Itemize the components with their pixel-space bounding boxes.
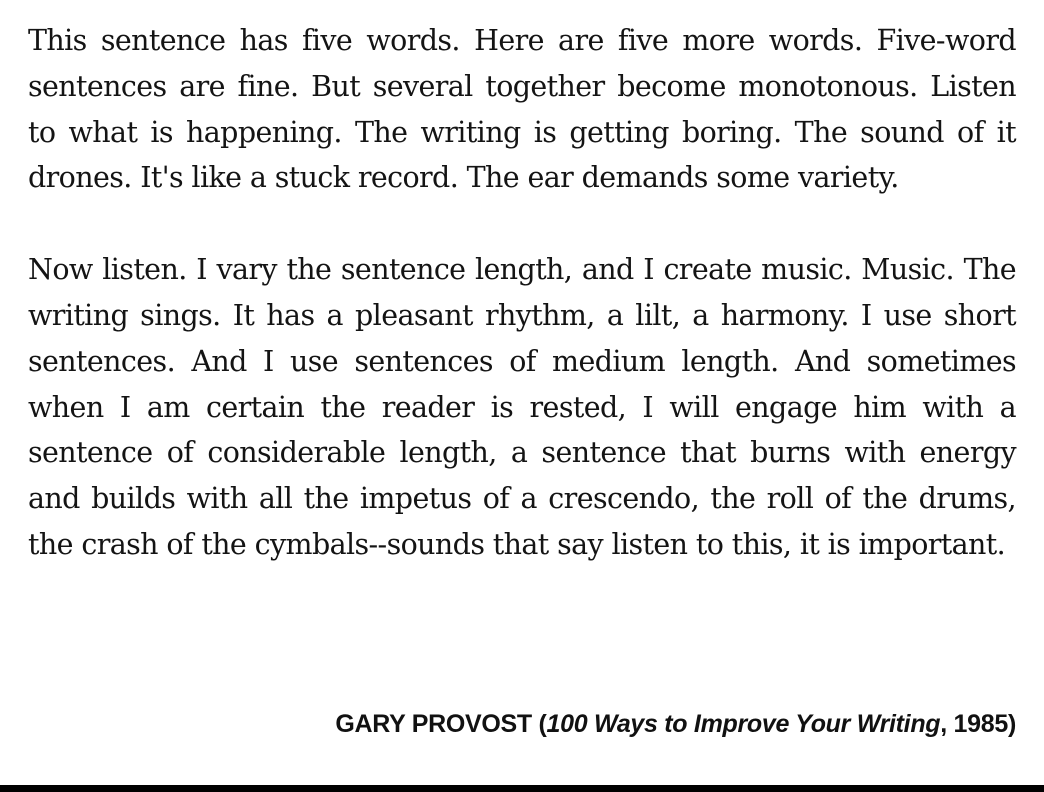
attribution: GARY PROVOST (100 Ways to Improve Your W… [335, 710, 1016, 739]
paragraph-varied: Now listen. I vary the sentence length, … [28, 253, 1017, 561]
paragraph-monotonous: This sentence has five words. Here are f… [28, 24, 1017, 195]
publication-year: , 1985) [940, 710, 1016, 738]
attribution-open: ( [531, 710, 547, 738]
bottom-border [0, 785, 1044, 792]
author-name: GARY PROVOST [335, 710, 532, 738]
book-title: 100 Ways to Improve Your Writing [546, 710, 941, 738]
quote-body: This sentence has five words. Here are f… [28, 18, 1017, 568]
